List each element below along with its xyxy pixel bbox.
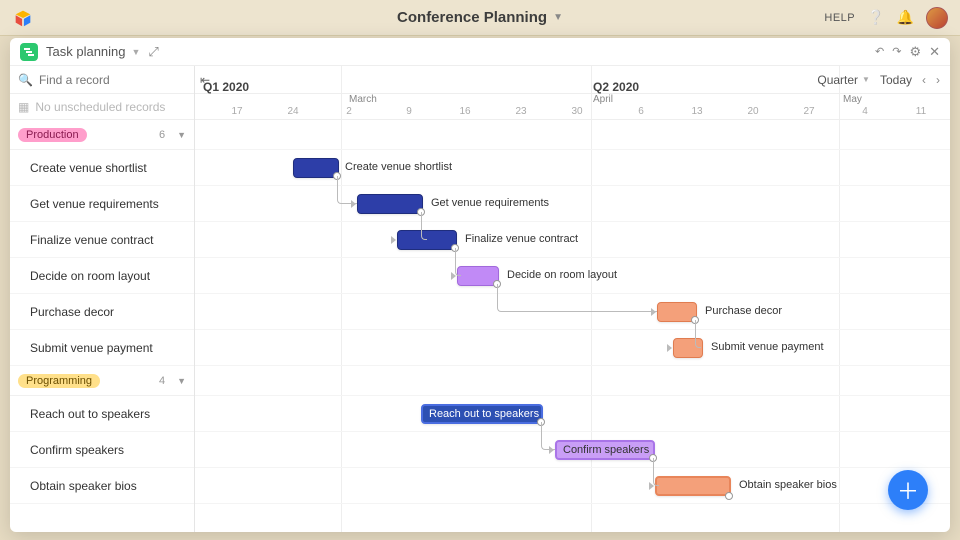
task-bar[interactable] bbox=[397, 230, 457, 250]
quarter-label: Q2 2020 bbox=[593, 80, 639, 94]
timeline-row: Reach out to speakers bbox=[195, 396, 950, 432]
dependency-handle[interactable] bbox=[725, 492, 733, 500]
scale-selector[interactable]: Quarter ▼ bbox=[817, 73, 870, 87]
task-bar-label: Submit venue payment bbox=[711, 341, 824, 353]
timeline-header: Q1 2020 Q2 2020 Quarter ▼ Today ‹ › March… bbox=[195, 66, 950, 120]
task-list-item[interactable]: Reach out to speakers bbox=[10, 396, 194, 432]
avatar[interactable] bbox=[926, 7, 948, 29]
chevron-down-icon: ▼ bbox=[132, 47, 141, 57]
group-header[interactable]: Programming 4 ▼ bbox=[10, 366, 194, 396]
day-label: 23 bbox=[515, 106, 526, 117]
task-bar[interactable]: Reach out to speakers bbox=[421, 404, 543, 424]
find-record-input[interactable] bbox=[39, 73, 194, 87]
app-header: Conference Planning ▼ HELP ❔ 🔔 bbox=[0, 0, 960, 36]
panel-toolbar: Task planning ▼ ⤢ ↶ ↷ ⚙ ✕ bbox=[10, 38, 950, 66]
group-pill: Production bbox=[18, 128, 87, 142]
task-bar-label: Get venue requirements bbox=[431, 197, 549, 209]
caret-down-icon: ▼ bbox=[177, 130, 186, 140]
task-bar[interactable] bbox=[655, 476, 731, 496]
expand-icon[interactable]: ⤢ bbox=[148, 44, 158, 60]
timeline-row: Get venue requirements bbox=[195, 186, 950, 222]
day-label: 13 bbox=[691, 106, 702, 117]
task-list-item[interactable]: Get venue requirements bbox=[10, 186, 194, 222]
task-bar-label: Decide on room layout bbox=[507, 269, 617, 281]
month-label: March bbox=[349, 94, 377, 105]
task-list-item[interactable]: Create venue shortlist bbox=[10, 150, 194, 186]
timeline[interactable]: Q1 2020 Q2 2020 Quarter ▼ Today ‹ › March… bbox=[195, 66, 950, 532]
arrow-icon bbox=[351, 200, 356, 208]
base-title-text: Conference Planning bbox=[397, 9, 547, 26]
search-icon: 🔍 bbox=[18, 73, 33, 87]
gear-icon[interactable]: ⚙ bbox=[909, 44, 921, 60]
arrow-icon bbox=[549, 446, 554, 454]
task-list-item[interactable]: Obtain speaker bios bbox=[10, 468, 194, 504]
dependency-link bbox=[695, 320, 701, 348]
day-label: 20 bbox=[747, 106, 758, 117]
calendar-icon: ▦ bbox=[18, 100, 29, 114]
dependency-link bbox=[421, 212, 427, 240]
timeline-body[interactable]: Create venue shortlist Get venue requirem… bbox=[195, 120, 950, 532]
next-icon[interactable]: › bbox=[936, 73, 940, 87]
base-title[interactable]: Conference Planning ▼ bbox=[397, 9, 563, 26]
task-bar-label: Obtain speaker bios bbox=[739, 479, 837, 491]
dependency-link bbox=[497, 284, 657, 312]
help-link[interactable]: HELP bbox=[824, 12, 855, 24]
task-list-item[interactable]: Purchase decor bbox=[10, 294, 194, 330]
month-label: April bbox=[593, 94, 613, 105]
close-icon[interactable]: ✕ bbox=[929, 44, 940, 60]
group-count: 6 bbox=[159, 129, 169, 141]
day-label: 6 bbox=[638, 106, 644, 117]
group-count: 4 bbox=[159, 375, 169, 387]
chevron-down-icon: ▼ bbox=[862, 75, 870, 84]
chevron-down-icon: ▼ bbox=[553, 12, 563, 23]
timeline-row: Submit venue payment bbox=[195, 330, 950, 366]
notifications-icon[interactable]: 🔔 bbox=[897, 9, 914, 26]
timeline-row: Confirm speakers bbox=[195, 432, 950, 468]
app-logo-icon bbox=[12, 7, 34, 29]
arrow-icon bbox=[667, 344, 672, 352]
undo-icon[interactable]: ↶ bbox=[875, 45, 884, 58]
task-bar-label: Finalize venue contract bbox=[465, 233, 578, 245]
task-bar[interactable] bbox=[357, 194, 423, 214]
arrow-icon bbox=[651, 308, 656, 316]
month-label: May bbox=[843, 94, 862, 105]
day-label: 4 bbox=[862, 106, 868, 117]
day-label: 24 bbox=[287, 106, 298, 117]
group-pill: Programming bbox=[18, 374, 100, 388]
today-button[interactable]: Today bbox=[880, 73, 912, 87]
timeline-row: Obtain speaker bios bbox=[195, 468, 950, 504]
task-bar[interactable]: Confirm speakers bbox=[555, 440, 655, 460]
add-record-button[interactable]: ＋ bbox=[888, 470, 928, 510]
record-list: 🔍 ⇤ ▦ No unscheduled records Production 6… bbox=[10, 66, 195, 532]
day-label: 27 bbox=[803, 106, 814, 117]
view-type-icon bbox=[20, 43, 38, 61]
timeline-panel: Task planning ▼ ⤢ ↶ ↷ ⚙ ✕ 🔍 ⇤ ▦ No unsch… bbox=[10, 38, 950, 532]
task-list-item[interactable]: Decide on room layout bbox=[10, 258, 194, 294]
timeline-row: Create venue shortlist bbox=[195, 150, 950, 186]
timeline-row: Finalize venue contract bbox=[195, 222, 950, 258]
redo-icon[interactable]: ↷ bbox=[892, 45, 901, 58]
prev-icon[interactable]: ‹ bbox=[922, 73, 926, 87]
quarter-label: Q1 2020 bbox=[203, 80, 249, 94]
arrow-icon bbox=[451, 272, 456, 280]
day-label: 17 bbox=[231, 106, 242, 117]
task-list-item[interactable]: Submit venue payment bbox=[10, 330, 194, 366]
task-bar-label: Purchase decor bbox=[705, 305, 782, 317]
help-icon[interactable]: ❔ bbox=[867, 9, 884, 26]
day-label: 11 bbox=[916, 106, 926, 117]
task-list-item[interactable]: Confirm speakers bbox=[10, 432, 194, 468]
unscheduled-row[interactable]: ▦ No unscheduled records bbox=[10, 94, 194, 120]
arrow-icon bbox=[391, 236, 396, 244]
task-list-item[interactable]: Finalize venue contract bbox=[10, 222, 194, 258]
day-label: 30 bbox=[571, 106, 582, 117]
group-header[interactable]: Production 6 ▼ bbox=[10, 120, 194, 150]
day-label: 16 bbox=[459, 106, 470, 117]
task-bar-label: Create venue shortlist bbox=[345, 161, 452, 173]
view-name[interactable]: Task planning ▼ bbox=[46, 44, 140, 59]
day-label: 2 bbox=[346, 106, 352, 117]
day-label: 9 bbox=[406, 106, 412, 117]
find-record-row: 🔍 ⇤ bbox=[10, 66, 194, 94]
caret-down-icon: ▼ bbox=[177, 376, 186, 386]
arrow-icon bbox=[649, 482, 654, 490]
